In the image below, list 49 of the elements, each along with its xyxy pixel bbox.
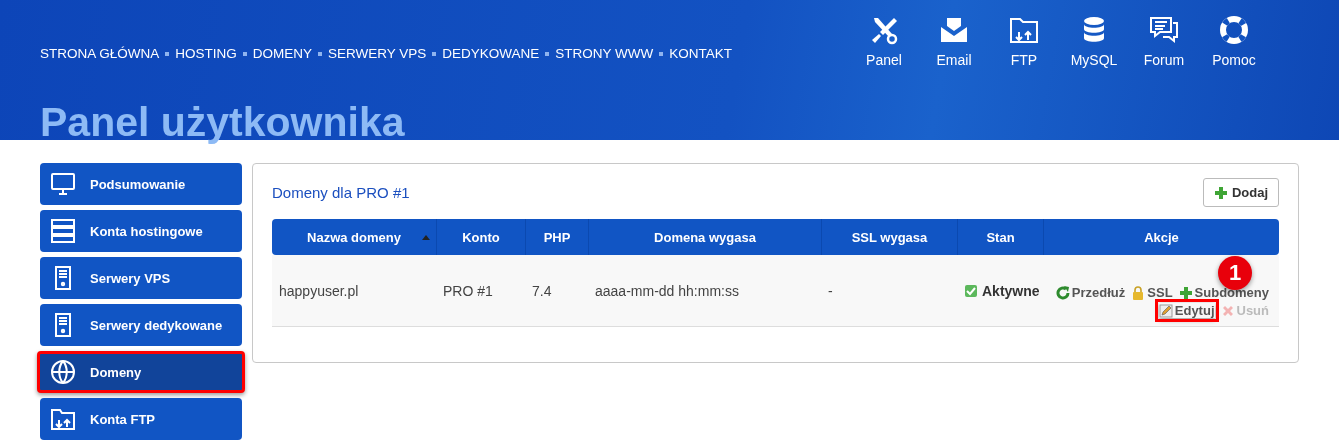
column-header[interactable]: Konto xyxy=(436,219,525,255)
toolbar-link[interactable]: Panel xyxy=(849,14,919,68)
table-cell: PRO #1 xyxy=(436,255,525,327)
globe-icon xyxy=(50,359,76,385)
table-cell: happyuser.pl xyxy=(272,255,436,327)
chat-icon xyxy=(1148,14,1180,46)
table-cell: aaaa-mm-dd hh:mm:ss xyxy=(588,255,821,327)
action-link[interactable]: Przedłuż xyxy=(1055,285,1126,300)
sidebar-item[interactable]: Podsumowanie xyxy=(40,163,242,205)
column-header[interactable]: Akcje xyxy=(1043,219,1279,255)
checkbox-icon xyxy=(964,283,978,298)
padlock-icon xyxy=(1131,285,1146,300)
column-header[interactable]: Stan xyxy=(957,219,1043,255)
sidebar-item[interactable]: Serwery dedykowane xyxy=(40,304,242,346)
nav-link[interactable]: HOSTING xyxy=(175,46,237,61)
toolbar-link[interactable]: Pomoc xyxy=(1199,14,1269,68)
pencil-icon xyxy=(1158,303,1173,318)
action-link[interactable]: SSL xyxy=(1131,285,1173,300)
column-header[interactable]: Domena wygasa xyxy=(588,219,821,255)
plus-icon xyxy=(1213,185,1228,200)
refresh-icon xyxy=(1055,285,1070,300)
nav-link[interactable]: SERWERY VPS xyxy=(328,46,427,61)
sidebar-item[interactable]: Domeny xyxy=(37,351,245,393)
sidebar-item[interactable]: Serwery VPS xyxy=(40,257,242,299)
sidebar-item[interactable]: Konta hostingowe xyxy=(40,210,242,252)
nav-link[interactable]: KONTAKT xyxy=(669,46,733,61)
sidebar-item[interactable]: Konta FTP xyxy=(40,398,242,440)
nav-link[interactable]: STRONY WWW xyxy=(555,46,654,61)
add-button[interactable]: Dodaj xyxy=(1202,178,1279,207)
table-cell: - xyxy=(821,255,957,327)
lifebuoy-icon xyxy=(1218,14,1250,46)
column-header[interactable]: Nazwa domeny xyxy=(272,219,436,255)
nav-link[interactable]: STRONA GŁÓWNA xyxy=(40,46,160,61)
server-rack-icon xyxy=(50,218,76,244)
table-cell: 7.4 xyxy=(525,255,588,327)
status-label: Aktywne xyxy=(964,282,1040,299)
column-header[interactable]: SSL wygasa xyxy=(821,219,957,255)
monitor-icon xyxy=(50,171,76,197)
plus-icon xyxy=(1178,285,1193,300)
toolbar-link[interactable]: FTP xyxy=(989,14,1059,68)
column-header[interactable]: PHP xyxy=(525,219,588,255)
panel-title: Domeny dla PRO #1 xyxy=(272,184,410,201)
nav-link[interactable]: DOMENY xyxy=(252,46,313,61)
action-link[interactable]: Edytuj xyxy=(1158,303,1215,318)
toolbar-link[interactable]: Email xyxy=(919,14,989,68)
toolbar-link[interactable]: Forum xyxy=(1129,14,1199,68)
toolbar-link[interactable]: MySQL xyxy=(1059,14,1129,68)
nav-link[interactable]: DEDYKOWANE xyxy=(442,46,540,61)
folder-icon xyxy=(50,406,76,432)
